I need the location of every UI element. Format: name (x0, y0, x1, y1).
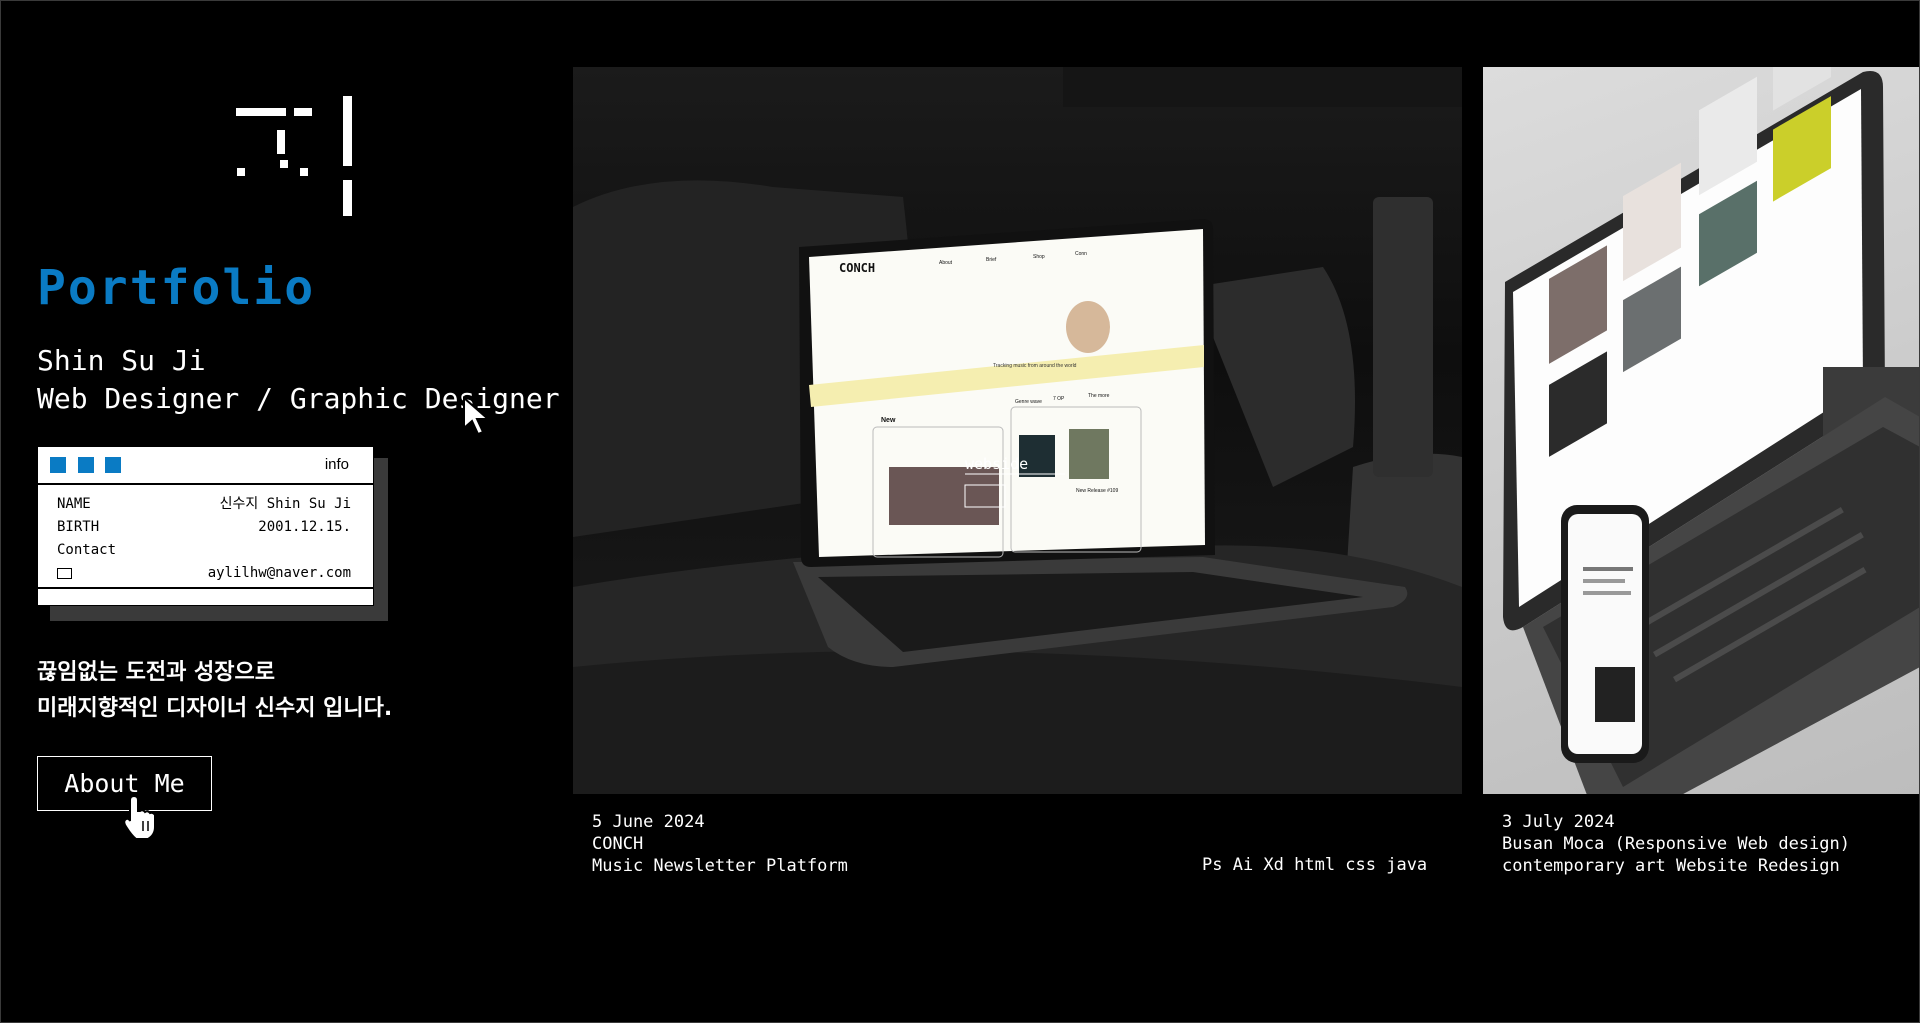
project-description: Music Newsletter Platform (592, 856, 848, 876)
project-name: CONCH (592, 834, 644, 854)
project-image-conch[interactable]: CONCH About Brief Shop Conn Tracking mus… (573, 67, 1462, 794)
page-title: Portfolio (37, 260, 316, 316)
hand-pointer-icon (123, 795, 156, 840)
tagline-line: 미래지향적인 디자이너 신수지 입니다. (37, 696, 393, 721)
svg-text:Genre wave: Genre wave (1015, 399, 1042, 405)
project-caption-busan-moca: 3 July 2024 Busan Moca (Responsive Web d… (1502, 811, 1850, 877)
info-value: 2001.12.15. (258, 519, 351, 535)
info-row-birth: BIRTH 2001.12.15. (57, 516, 351, 539)
info-label: BIRTH (57, 519, 100, 535)
site-logo (230, 90, 360, 230)
laptop-mockup: CONCH About Brief Shop Conn Tracking mus… (573, 67, 1462, 794)
svg-text:About: About (939, 260, 953, 266)
email-link[interactable]: aylilhw@naver.com (208, 562, 351, 585)
info-row-name: NAME 신수지 Shin Su Ji (57, 493, 351, 516)
info-card-title: info (324, 456, 349, 473)
device-mockup (1503, 67, 1920, 794)
svg-text:New: New (881, 417, 896, 424)
svg-text:Brief: Brief (986, 257, 997, 263)
project-date: 5 June 2024 (592, 812, 705, 832)
window-control-icon[interactable] (50, 457, 66, 473)
project-caption-conch: 5 June 2024 CONCH Music Newsletter Platf… (592, 811, 848, 877)
project-description: contemporary art Website Redesign (1502, 856, 1840, 876)
svg-text:Tracking music from around the: Tracking music from around the world (993, 363, 1077, 369)
conch-brand: CONCH (839, 261, 875, 275)
tagline: 끊임없는 도전과 성장으로 미래지향적인 디자이너 신수지 입니다. (37, 655, 392, 727)
designer-name: Shin Su Ji (37, 344, 206, 377)
info-label: NAME (57, 496, 91, 512)
info-label: Contact (57, 542, 117, 558)
window-control-icon[interactable] (78, 457, 94, 473)
divider (38, 587, 373, 589)
info-card-titlebar: info (38, 447, 373, 485)
mail-icon (57, 568, 72, 579)
info-card: info NAME 신수지 Shin Su Ji BIRTH 2001.12.1… (37, 446, 374, 606)
info-value: 신수지 Shin Su Ji (219, 496, 351, 512)
info-row-contact: Contact (57, 539, 351, 562)
project-date: 3 July 2024 (1502, 812, 1615, 832)
svg-text:7 OP: 7 OP (1053, 396, 1065, 402)
project-image-busan-moca[interactable] (1483, 67, 1920, 794)
project-tools: Ps Ai Xd html css java (1202, 855, 1428, 875)
info-row-email: aylilhw@naver.com (57, 562, 351, 585)
window-control-icon[interactable] (105, 457, 121, 473)
svg-text:The more: The more (1088, 393, 1110, 399)
webside-overlay: webside (965, 455, 1028, 473)
project-name: Busan Moca (Responsive Web design) (1502, 834, 1850, 854)
svg-text:Conn: Conn (1075, 251, 1087, 257)
tagline-line: 끊임없는 도전과 성장으로 (37, 660, 275, 685)
svg-text:New Release #109: New Release #109 (1076, 488, 1118, 494)
mouse-pointer-icon (463, 396, 491, 436)
svg-text:Shop: Shop (1033, 254, 1045, 260)
